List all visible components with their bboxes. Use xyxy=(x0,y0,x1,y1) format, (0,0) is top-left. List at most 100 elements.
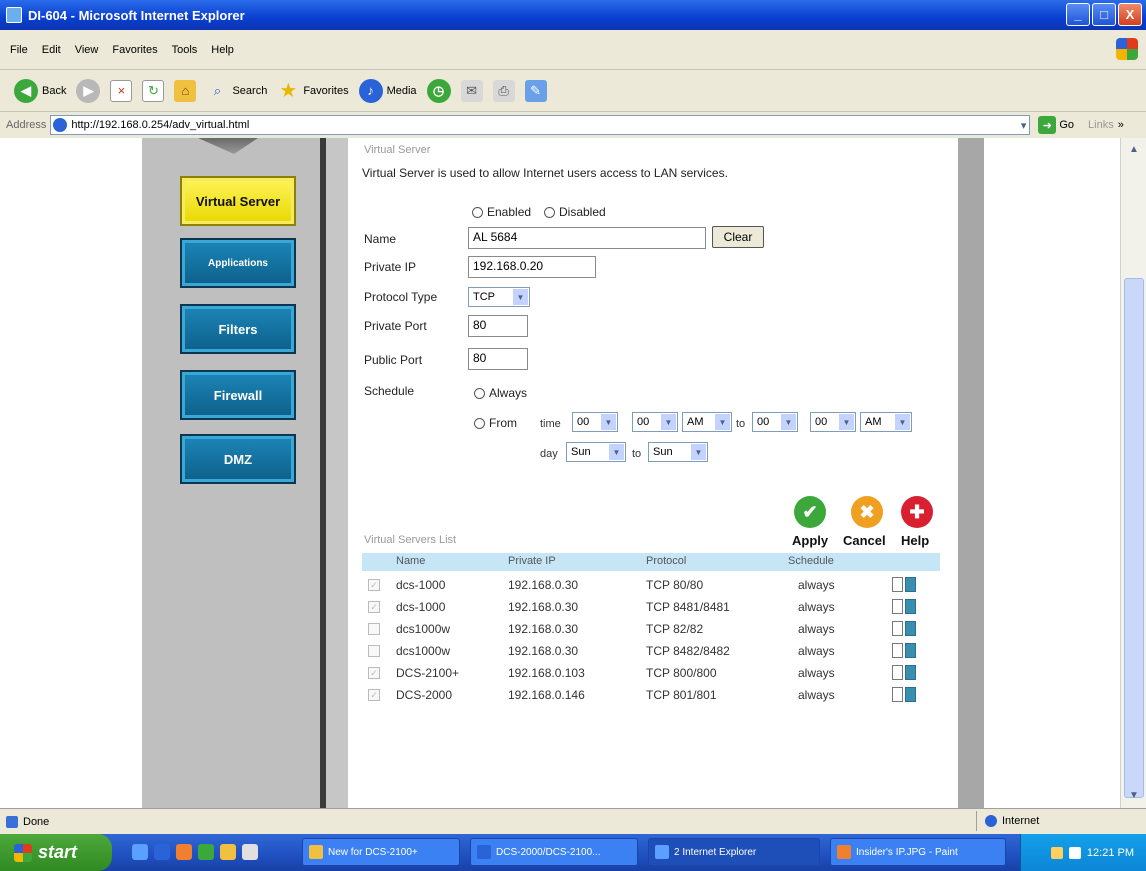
table-row: ✓ dcs-1000 192.168.0.30 TCP 8481/8481 al… xyxy=(362,596,940,618)
address-dropdown-icon[interactable]: ▾ xyxy=(1021,119,1027,132)
nav-applications-button[interactable]: Applications xyxy=(180,238,296,288)
start-button[interactable]: start xyxy=(0,834,112,871)
nav-filters-button[interactable]: Filters xyxy=(180,304,296,354)
search-button[interactable]: ⌕ Search xyxy=(206,80,268,102)
status-text: Done xyxy=(23,815,50,828)
header-schedule: Schedule xyxy=(788,555,834,567)
row-name: DCS-2100+ xyxy=(396,666,460,680)
help-icon[interactable]: ✚ xyxy=(901,496,933,528)
menu-file[interactable]: File xyxy=(10,44,28,56)
links-label[interactable]: Links xyxy=(1088,119,1114,131)
edit-icon[interactable]: ✎ xyxy=(524,79,547,102)
row-checkbox[interactable]: ✓ xyxy=(368,689,380,701)
section-title: Virtual Server xyxy=(364,144,431,156)
section-description: Virtual Server is used to allow Internet… xyxy=(362,166,728,180)
media-button[interactable]: ♪ Media xyxy=(358,78,417,103)
private-ip-input[interactable]: 192.168.0.20 xyxy=(468,256,596,278)
edit-entry-icon[interactable] xyxy=(892,599,918,615)
from-hour-select[interactable]: 00 ▼ xyxy=(572,412,618,432)
menu-help[interactable]: Help xyxy=(211,44,234,56)
to-day-select[interactable]: Sun ▼ xyxy=(648,442,708,462)
row-checkbox[interactable]: ✓ xyxy=(368,601,380,613)
taskbar-item-label: 2 Internet Explorer xyxy=(674,846,757,858)
menu-tools[interactable]: Tools xyxy=(172,44,198,56)
taskbar-item-paint[interactable]: Insider's IP.JPG - Paint xyxy=(830,838,1006,866)
scroll-up-icon[interactable]: ▲ xyxy=(1124,140,1144,158)
protocol-select[interactable]: TCP ▼ xyxy=(468,287,530,307)
table-row: dcs1000w 192.168.0.30 TCP 8482/8482 alwa… xyxy=(362,640,940,662)
volume-icon[interactable] xyxy=(1068,846,1081,859)
taskbar-item-ie[interactable]: 2 Internet Explorer xyxy=(648,838,820,866)
quicklaunch-explorer-icon[interactable] xyxy=(242,844,258,860)
row-checkbox[interactable]: ✓ xyxy=(368,579,380,591)
from-radio[interactable] xyxy=(474,418,485,430)
disabled-radio[interactable] xyxy=(544,207,555,219)
quicklaunch-folder-icon[interactable] xyxy=(220,844,236,860)
go-button[interactable]: ➜ Go xyxy=(1038,116,1074,134)
favorites-button[interactable]: ★ Favorites xyxy=(277,80,348,102)
links-more-icon[interactable]: » xyxy=(1118,119,1124,131)
cancel-button-label[interactable]: Cancel xyxy=(843,533,886,548)
help-button-label[interactable]: Help xyxy=(901,533,929,548)
nav-virtual-server-button[interactable]: Virtual Server xyxy=(180,176,296,226)
apply-button-label[interactable]: Apply xyxy=(792,533,828,548)
schedule-always-option[interactable]: Always xyxy=(474,386,527,400)
public-port-input[interactable]: 80 xyxy=(468,348,528,370)
cancel-icon[interactable]: ✖ xyxy=(851,496,883,528)
name-input[interactable]: AL 5684 xyxy=(468,227,706,249)
close-button[interactable]: X xyxy=(1118,3,1142,26)
quicklaunch-desktop-icon[interactable] xyxy=(132,844,148,860)
scroll-thumb[interactable] xyxy=(1124,278,1144,798)
print-icon[interactable]: ⎙ xyxy=(492,79,515,102)
quicklaunch-app-icon[interactable] xyxy=(198,844,214,860)
edit-entry-icon[interactable] xyxy=(892,577,918,593)
schedule-from-option[interactable]: From xyxy=(474,416,517,430)
quicklaunch-media-icon[interactable] xyxy=(176,844,192,860)
clock[interactable]: 12:21 PM xyxy=(1087,847,1134,859)
private-port-input[interactable]: 80 xyxy=(468,315,528,337)
home-icon[interactable]: ⌂ xyxy=(174,79,197,102)
network-icon[interactable] xyxy=(1050,846,1063,859)
from-day-select[interactable]: Sun ▼ xyxy=(566,442,626,462)
nav-firewall-button[interactable]: Firewall xyxy=(180,370,296,420)
from-ampm-select[interactable]: AM ▼ xyxy=(682,412,732,432)
nav-dmz-button[interactable]: DMZ xyxy=(180,434,296,484)
menu-edit[interactable]: Edit xyxy=(42,44,61,56)
maximize-button[interactable]: □ xyxy=(1092,3,1116,26)
edit-entry-icon[interactable] xyxy=(892,621,918,637)
menu-view[interactable]: View xyxy=(75,44,99,56)
taskbar-item-folder[interactable]: New for DCS-2100+ xyxy=(302,838,460,866)
taskbar-item-doc[interactable]: DCS-2000/DCS-2100... xyxy=(470,838,638,866)
history-icon[interactable]: ◷ xyxy=(426,78,451,103)
forward-arrow-icon[interactable]: ▶ xyxy=(76,78,101,103)
to-hour-select[interactable]: 00 ▼ xyxy=(752,412,798,432)
clear-button[interactable]: Clear xyxy=(712,226,764,248)
windows-logo-icon xyxy=(1116,38,1138,60)
day-label: day xyxy=(540,448,558,460)
minimize-button[interactable]: _ xyxy=(1066,3,1090,26)
row-private-ip: 192.168.0.30 xyxy=(508,644,579,658)
disabled-option[interactable]: Disabled xyxy=(544,205,606,219)
apply-icon[interactable]: ✔ xyxy=(794,496,826,528)
enabled-option[interactable]: Enabled xyxy=(472,205,531,219)
quicklaunch-ie-icon[interactable] xyxy=(154,844,170,860)
from-minute-select[interactable]: 00 ▼ xyxy=(632,412,678,432)
always-radio[interactable] xyxy=(474,388,485,400)
menu-favorites[interactable]: Favorites xyxy=(112,44,157,56)
enabled-radio[interactable] xyxy=(472,207,483,219)
row-checkbox[interactable] xyxy=(368,645,380,657)
refresh-icon[interactable]: ↻ xyxy=(142,79,165,102)
stop-icon[interactable]: × xyxy=(110,79,133,102)
edit-entry-icon[interactable] xyxy=(892,665,918,681)
edit-entry-icon[interactable] xyxy=(892,643,918,659)
edit-entry-icon[interactable] xyxy=(892,687,918,703)
to-ampm-select[interactable]: AM ▼ xyxy=(860,412,912,432)
to-minute-select[interactable]: 00 ▼ xyxy=(810,412,856,432)
scroll-down-icon[interactable]: ▼ xyxy=(1124,786,1144,804)
vertical-scrollbar[interactable]: ▲ ▼ xyxy=(1120,138,1146,808)
row-checkbox[interactable]: ✓ xyxy=(368,667,380,679)
address-input[interactable]: http://192.168.0.254/adv_virtual.html ▾ xyxy=(50,115,1031,135)
row-checkbox[interactable] xyxy=(368,623,380,635)
mail-icon[interactable]: ✉ xyxy=(460,79,483,102)
back-button[interactable]: ◀ Back xyxy=(14,78,66,103)
